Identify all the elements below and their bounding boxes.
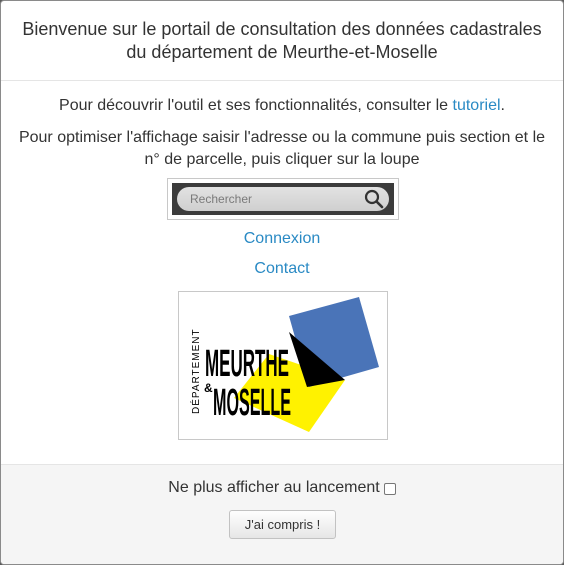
- search-bar: [172, 183, 394, 215]
- understood-button[interactable]: J'ai compris !: [229, 510, 336, 539]
- dont-show-again-label: Ne plus afficher au lancement: [168, 479, 380, 496]
- modal-title: Bienvenue sur le portail de consultation…: [22, 18, 542, 62]
- contact-link[interactable]: Contact: [1, 259, 563, 279]
- logo-graphic: DÉPARTEMENT MEURTHE & MOSELLE: [189, 297, 379, 432]
- tutorial-link[interactable]: tutoriel: [453, 97, 501, 114]
- logo-text-departement: DÉPARTEMENT: [189, 328, 202, 414]
- modal-body: Pour découvrir l'outil et ses fonctionna…: [1, 81, 563, 464]
- department-logo: DÉPARTEMENT MEURTHE & MOSELLE: [178, 291, 388, 440]
- instructions-paragraph: Pour optimiser l'affichage saisir l'adre…: [18, 129, 546, 168]
- search-button[interactable]: [363, 188, 385, 210]
- tutorial-paragraph: Pour découvrir l'outil et ses fonctionna…: [1, 96, 563, 116]
- welcome-modal: Bienvenue sur le portail de consultation…: [0, 0, 564, 565]
- tutorial-suffix-text: .: [500, 97, 505, 114]
- search-field-container: [177, 187, 389, 211]
- modal-header: Bienvenue sur le portail de consultation…: [1, 1, 563, 81]
- logo-text-moselle: MOSELLE: [213, 382, 291, 424]
- dont-show-again-checkbox[interactable]: [383, 483, 396, 495]
- tutorial-intro-text: Pour découvrir l'outil et ses fonctionna…: [59, 97, 453, 114]
- logo-text-meurthe: MEURTHE: [205, 343, 289, 385]
- search-input[interactable]: [190, 191, 358, 207]
- search-widget: [167, 178, 399, 220]
- modal-footer: Ne plus afficher au lancement J'ai compr…: [1, 464, 563, 564]
- login-link[interactable]: Connexion: [1, 229, 563, 249]
- dont-show-again-row: Ne plus afficher au lancement: [1, 479, 563, 497]
- logo-text-ampersand: &: [204, 381, 213, 395]
- magnifier-icon: [364, 189, 384, 209]
